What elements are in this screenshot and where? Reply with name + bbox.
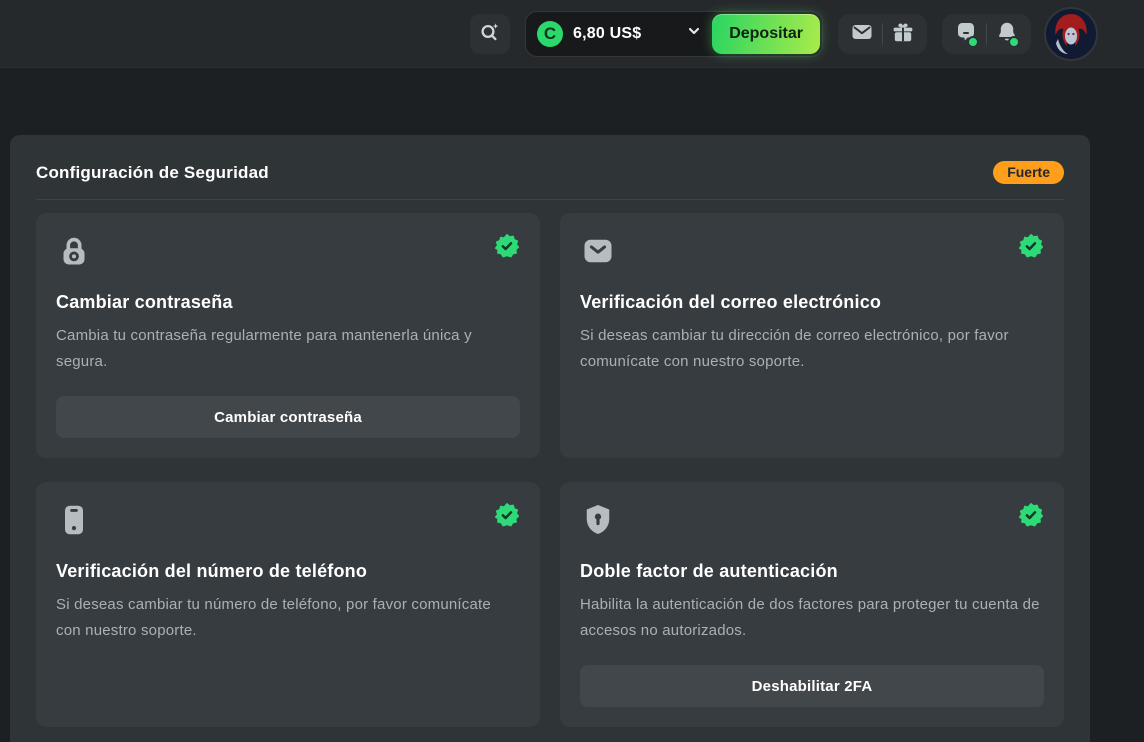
mail-icon [850, 20, 874, 47]
card-description: Cambia tu contraseña regularmente para m… [56, 323, 520, 374]
search-button[interactable] [470, 14, 510, 54]
gift-button[interactable] [883, 14, 923, 54]
deposit-button[interactable]: Depositar [712, 14, 820, 54]
chevron-down-icon[interactable] [686, 23, 702, 44]
gift-icon [891, 20, 915, 47]
card-description: Habilita la autenticación de dos factore… [580, 592, 1044, 643]
avatar[interactable] [1046, 9, 1096, 59]
card-title: Verificación del correo electrónico [580, 292, 1044, 313]
security-settings-panel: Configuración de Seguridad Fuerte [10, 135, 1090, 742]
page-title: Configuración de Seguridad [36, 163, 269, 183]
change-password-button[interactable]: Cambiar contraseña [56, 396, 520, 438]
verified-badge-icon [494, 502, 520, 533]
card-description: Si deseas cambiar tu dirección de correo… [580, 323, 1044, 374]
balance-amount: 6,80 US$ [573, 25, 641, 43]
lock-icon [56, 233, 92, 274]
avatar-image [1046, 9, 1096, 59]
password-strength-badge: Fuerte [993, 161, 1064, 184]
card-title: Cambiar contraseña [56, 292, 520, 313]
verified-badge-icon [1018, 233, 1044, 264]
verified-badge-icon [1018, 502, 1044, 533]
search-icon [478, 20, 502, 47]
page-body: Configuración de Seguridad Fuerte [0, 68, 1144, 742]
card-title: Verificación del número de teléfono [56, 561, 520, 582]
card-title: Doble factor de autenticación [580, 561, 1044, 582]
wallet-widget: C 6,80 US$ Depositar [525, 11, 823, 57]
card-description: Si deseas cambiar tu número de teléfono,… [56, 592, 520, 643]
disable-2fa-button[interactable]: Deshabilitar 2FA [580, 665, 1044, 707]
security-cards-grid: Cambiar contraseña Cambia tu contraseña … [36, 213, 1064, 727]
card-email-verification: Verificación del correo electrónico Si d… [560, 213, 1064, 458]
topbar: C 6,80 US$ Depositar [0, 0, 1144, 68]
chat-online-dot [967, 36, 979, 48]
phone-icon [56, 502, 92, 543]
notifications-button[interactable] [987, 14, 1027, 54]
card-phone-verification: Verificación del número de teléfono Si d… [36, 482, 540, 727]
mail-button[interactable] [842, 14, 882, 54]
verified-badge-icon [494, 233, 520, 264]
coin-icon: C [537, 21, 563, 47]
panel-header: Configuración de Seguridad Fuerte [36, 161, 1064, 200]
shield-icon [580, 502, 616, 543]
envelope-icon [580, 233, 616, 274]
card-change-password: Cambiar contraseña Cambia tu contraseña … [36, 213, 540, 458]
chat-button[interactable] [946, 14, 986, 54]
chat-bell-group [942, 14, 1031, 54]
card-two-factor: Doble factor de autenticación Habilita l… [560, 482, 1064, 727]
mail-gift-group [838, 14, 927, 54]
bell-notification-dot [1008, 36, 1020, 48]
